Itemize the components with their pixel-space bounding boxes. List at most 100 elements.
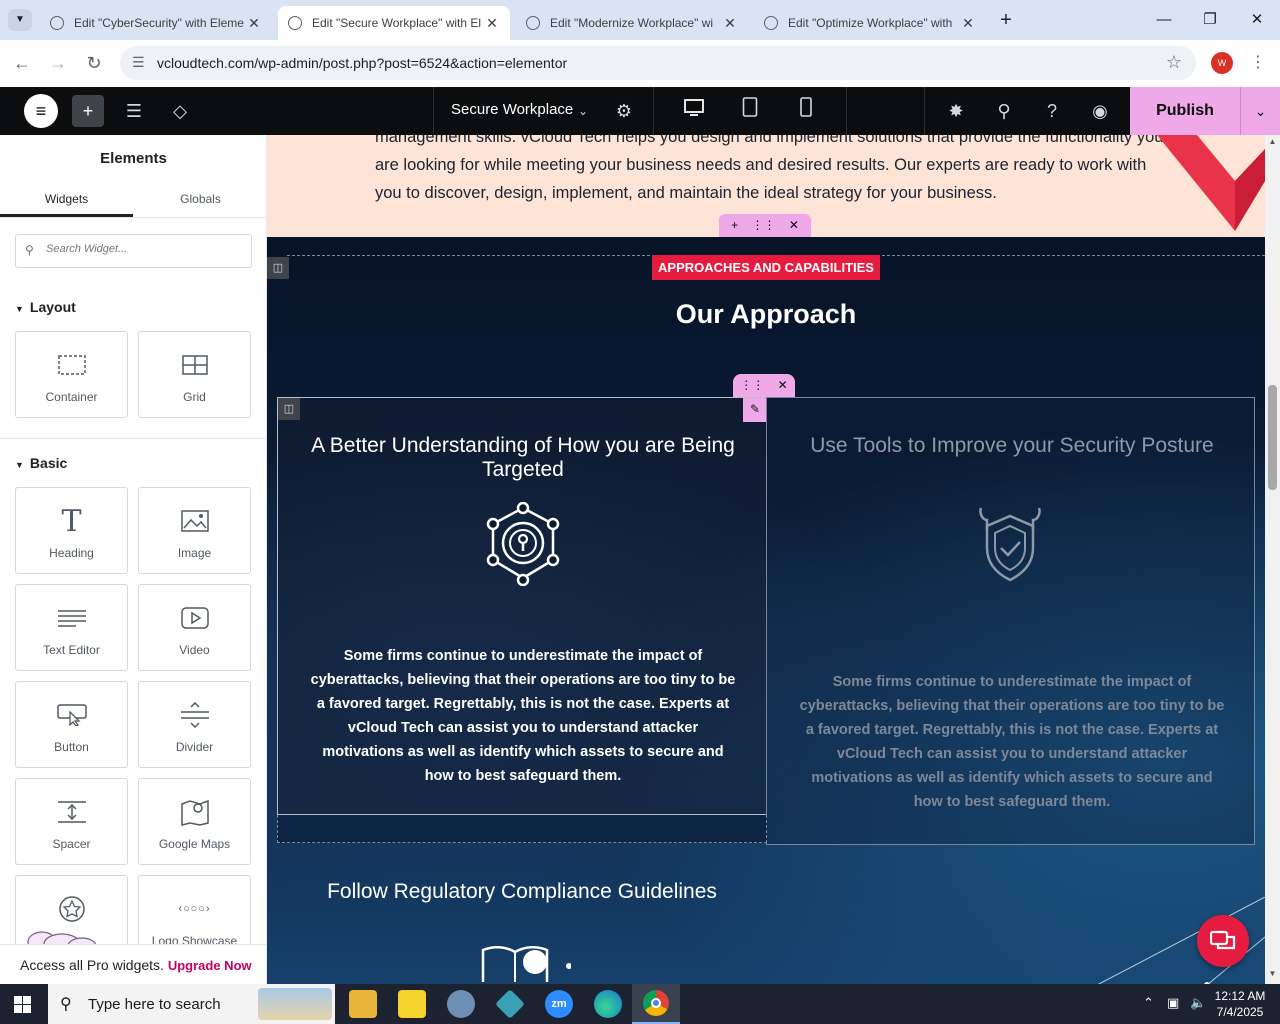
widget-search-input[interactable] [46,243,246,255]
close-icon[interactable]: ✕ [246,15,262,32]
tab-widgets[interactable]: Widgets [0,185,133,217]
add-section-icon[interactable]: + [731,218,738,232]
new-tab-button[interactable]: + [994,8,1018,32]
divider [0,438,266,439]
bookmark-star-icon[interactable]: ☆ [1166,52,1182,73]
eyebrow-badge[interactable]: APPROACHES AND CAPABILITIES [652,255,880,280]
tray-chevron-up-icon[interactable]: ⌃ [1143,995,1154,1011]
widget-heading[interactable]: T Heading [15,487,128,574]
help-icon[interactable]: ? [1036,95,1068,127]
widget-image[interactable]: Image [138,487,251,574]
section-handle[interactable]: + ⋮⋮ ✕ [719,214,811,237]
edge-browser-icon[interactable] [594,990,622,1018]
structure-layers-icon[interactable]: ◇ [164,95,196,127]
widget-google-maps[interactable]: Google Maps [138,778,251,865]
approach-section[interactable]: ◫ APPROACHES AND CAPABILITIES Our Approa… [267,237,1265,985]
widget-search-box[interactable]: ⚲ [15,234,252,268]
widget-button[interactable]: Button [15,681,128,768]
browser-tab-optimize-workplace[interactable]: Edit "Optimize Workplace" with ✕ [754,6,986,40]
container-outline [277,815,767,843]
preview-eye-icon[interactable]: ◉ [1084,95,1116,127]
pro-bar-text: Access all Pro widgets. [20,957,164,973]
approach-card-targeted[interactable]: ◫ ✎ A Better Understanding of How you ar… [277,397,767,815]
system-clock[interactable]: 12:12 AM 7/4/2025 [1210,988,1270,1020]
edit-widget-pencil-icon[interactable]: ✎ [743,398,767,422]
minimize-button[interactable]: — [1141,8,1187,32]
meerkats-search-highlight-icon [258,988,332,1020]
category-basic[interactable]: ▼ Basic [15,455,67,471]
mobile-preview-icon[interactable] [790,95,822,127]
delete-section-icon[interactable]: ✕ [789,218,799,232]
widget-text-editor[interactable]: Text Editor [15,584,128,671]
desktop-preview-icon[interactable] [678,95,710,127]
network-icon[interactable]: ▣ [1167,995,1179,1011]
page-settings-gear-icon[interactable]: ⚙ [608,95,640,127]
close-icon[interactable]: ✕ [722,15,738,32]
canvas-scrollbar[interactable]: ▲ ▼ [1265,135,1280,985]
chevron-down-icon[interactable]: ⌄ [567,95,599,127]
tab-search-button[interactable]: ▼ [8,9,32,31]
forward-button[interactable]: → [46,51,70,75]
section-title[interactable]: Our Approach [267,299,1265,330]
windows-start-icon[interactable] [14,996,31,1013]
drag-handle-icon[interactable]: ⋮⋮ [751,218,775,232]
taskbar-search-box[interactable]: ⚲ Type here to search [48,984,335,1024]
windows-taskbar: ⚲ Type here to search zm ⌃ ▣ 🔈 12:12 AM … [0,984,1280,1024]
publish-options-chevron-icon[interactable]: ⌄ [1240,87,1280,135]
browser-tab-cybersecurity[interactable]: Edit "CyberSecurity" with Eleme ✕ [40,6,272,40]
container-handle[interactable]: ⋮⋮ ✕ [733,374,795,397]
site-settings-icon[interactable]: ☰ [118,95,150,127]
browser-tab-modernize-workplace[interactable]: Edit "Modernize Workplace" wi ✕ [516,6,748,40]
scroll-up-arrow-icon[interactable]: ▲ [1265,137,1280,146]
close-icon[interactable]: ✕ [484,15,500,32]
drag-handle-icon[interactable]: ⋮⋮ [740,378,764,392]
back-button[interactable]: ← [10,51,34,75]
file-explorer-icon[interactable] [349,990,377,1018]
widget-video[interactable]: Video [138,584,251,671]
sticky-notes-icon[interactable] [398,990,426,1018]
browser-menu-icon[interactable]: ⋮ [1250,52,1266,72]
card-title[interactable]: Use Tools to Improve your Security Postu… [797,434,1227,458]
chat-support-button[interactable] [1197,915,1249,967]
card-body[interactable]: Some firms continue to underestimate the… [797,670,1227,814]
reload-button[interactable]: ↻ [82,51,106,75]
tab-globals[interactable]: Globals [134,185,266,217]
approach-card-tools[interactable]: Use Tools to Improve your Security Postu… [766,397,1255,845]
intro-text[interactable]: management skills. vCloud Tech helps you… [375,135,1165,207]
restore-button[interactable]: ❐ [1187,8,1233,32]
widget-spacer[interactable]: Spacer [15,778,128,865]
profile-avatar[interactable]: W [1211,52,1233,74]
approach-card-compliance[interactable]: Follow Regulatory Compliance Guidelines [277,842,767,982]
scroll-down-arrow-icon[interactable]: ▼ [1265,969,1280,978]
delete-container-icon[interactable]: ✕ [778,378,788,392]
widget-grid[interactable]: Grid [138,331,251,418]
upgrade-now-link[interactable]: Upgrade Now [168,958,252,973]
scrollbar-thumb[interactable] [1268,385,1277,490]
address-bar[interactable]: ☰ vcloudtech.com/wp-admin/post.php?post=… [120,46,1196,80]
card-title[interactable]: A Better Understanding of How you are Be… [308,434,738,482]
tablet-preview-icon[interactable] [734,95,766,127]
chrome-taskbar-active[interactable] [632,984,680,1024]
container-layout-icon[interactable]: ◫ [278,398,300,420]
elementor-logo-icon[interactable]: ≡ [24,94,58,128]
widget-container[interactable]: Container [15,331,128,418]
close-icon[interactable]: ✕ [960,15,976,32]
card-body[interactable]: Some firms continue to underestimate the… [308,644,738,788]
container-layout-icon[interactable]: ◫ [267,257,289,279]
close-window-button[interactable]: ✕ [1234,8,1280,32]
site-info-icon[interactable]: ☰ [132,54,145,71]
tab-title: Edit "Secure Workplace" with El [312,16,482,30]
category-layout[interactable]: ▼ Layout [15,299,76,315]
volume-icon[interactable]: 🔈 [1190,995,1206,1011]
publish-button[interactable]: Publish [1130,87,1240,135]
add-element-button[interactable]: + [72,95,104,127]
browser-tab-secure-workplace[interactable]: Edit "Secure Workplace" with El ✕ [278,6,510,40]
document-title[interactable]: Secure Workplace [451,101,573,118]
card-title[interactable]: Follow Regulatory Compliance Guidelines [277,880,767,904]
app-diamond-icon[interactable] [495,989,525,1019]
notes-icon[interactable]: ✸ [940,95,972,127]
zoom-icon[interactable]: zm [545,990,573,1018]
widget-divider[interactable]: Divider [138,681,251,768]
snipping-tool-icon[interactable] [447,990,475,1018]
finder-search-icon[interactable]: ⚲ [988,95,1020,127]
